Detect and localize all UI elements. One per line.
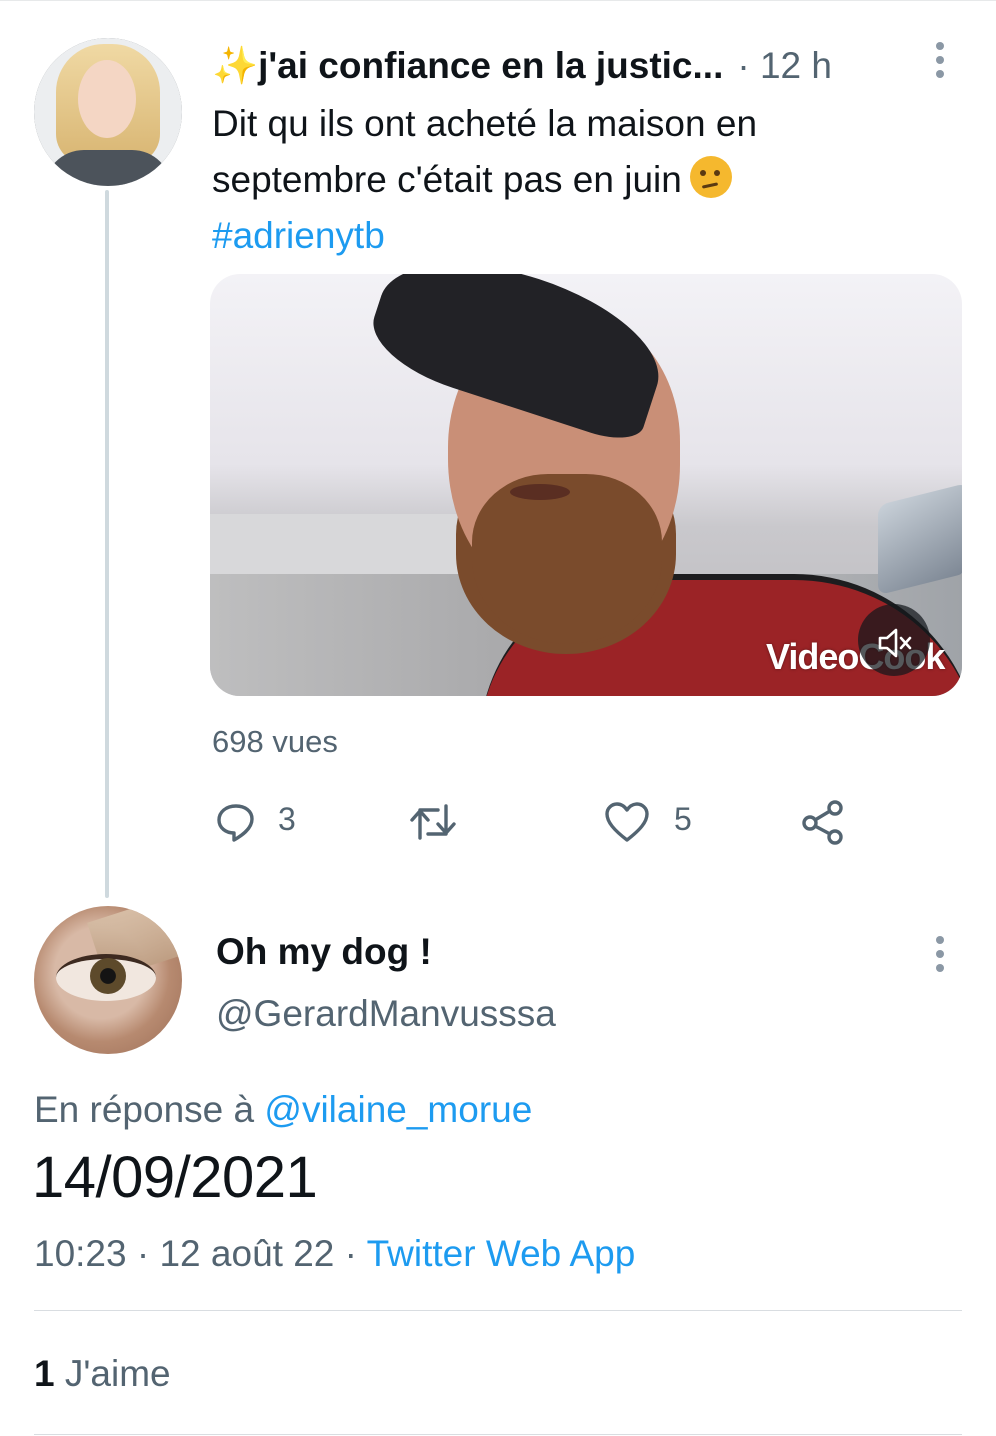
thread-connector-line xyxy=(105,190,109,898)
avatar-shirt xyxy=(44,150,172,186)
more-options-icon[interactable] xyxy=(936,936,946,978)
tweet-source-link[interactable]: Twitter Web App xyxy=(367,1233,636,1274)
retweet-icon xyxy=(410,803,456,840)
video-person-beard-front xyxy=(472,474,662,644)
likes-summary[interactable]: 1 J'aime xyxy=(34,1350,171,1398)
author-display-name[interactable]: ✨j'ai confiance en la justic... xyxy=(212,45,723,86)
retweet-button[interactable] xyxy=(408,796,458,842)
speaker-muted-icon[interactable] xyxy=(858,604,930,676)
meta-separator: · xyxy=(344,1233,357,1274)
tweet-text: Dit qu ils ont acheté la maison en septe… xyxy=(212,96,932,264)
reply-icon xyxy=(217,803,254,842)
reply-author-avatar[interactable] xyxy=(34,906,182,1054)
heart-icon xyxy=(605,801,649,842)
avatar-iris xyxy=(90,958,126,994)
section-divider xyxy=(34,1310,962,1311)
tweet-timestamp[interactable]: 12 h xyxy=(760,45,832,86)
tweet-header: ✨j'ai confiance en la justic... · 12 h xyxy=(212,42,832,90)
share-button[interactable] xyxy=(800,796,846,845)
likes-label: J'aime xyxy=(64,1353,171,1394)
video-person-mouth xyxy=(510,484,570,500)
reply-button[interactable]: 3 xyxy=(214,796,296,842)
focused-tweet-text: 14/09/2021 xyxy=(32,1145,318,1210)
tweet-metadata: 10:23 · 12 août 22 · Twitter Web App xyxy=(34,1230,635,1278)
tweet-date[interactable]: 12 août 22 xyxy=(159,1233,334,1274)
top-divider xyxy=(0,0,996,1)
reply-mention-link[interactable]: @vilaine_morue xyxy=(264,1089,532,1130)
section-divider xyxy=(34,1434,962,1435)
video-player[interactable]: VideoCook xyxy=(210,274,962,696)
share-icon xyxy=(802,799,843,845)
tweet-time[interactable]: 10:23 xyxy=(34,1233,127,1274)
like-count: 5 xyxy=(674,801,692,837)
avatar-face xyxy=(78,60,136,138)
more-options-icon[interactable] xyxy=(936,42,946,84)
hashtag-link[interactable]: #adrienytb xyxy=(212,208,932,264)
meta-separator: · xyxy=(136,1233,150,1274)
header-separator: · xyxy=(737,45,750,86)
tweet-body: Dit qu ils ont acheté la maison en septe… xyxy=(212,103,758,200)
likes-count: 1 xyxy=(34,1353,55,1394)
like-button[interactable]: 5 xyxy=(604,796,692,842)
reply-count: 3 xyxy=(278,801,296,837)
reply-author-handle[interactable]: @GerardManvusssa xyxy=(216,990,556,1038)
reply-prefix: En réponse à xyxy=(34,1089,255,1130)
view-count: 698 vues xyxy=(212,724,338,759)
reply-author-display-name[interactable]: Oh my dog ! xyxy=(216,928,432,976)
thinking-face-emoji-icon xyxy=(689,156,732,198)
author-avatar[interactable] xyxy=(34,38,182,186)
replying-to-line: En réponse à @vilaine_morue xyxy=(34,1086,532,1134)
